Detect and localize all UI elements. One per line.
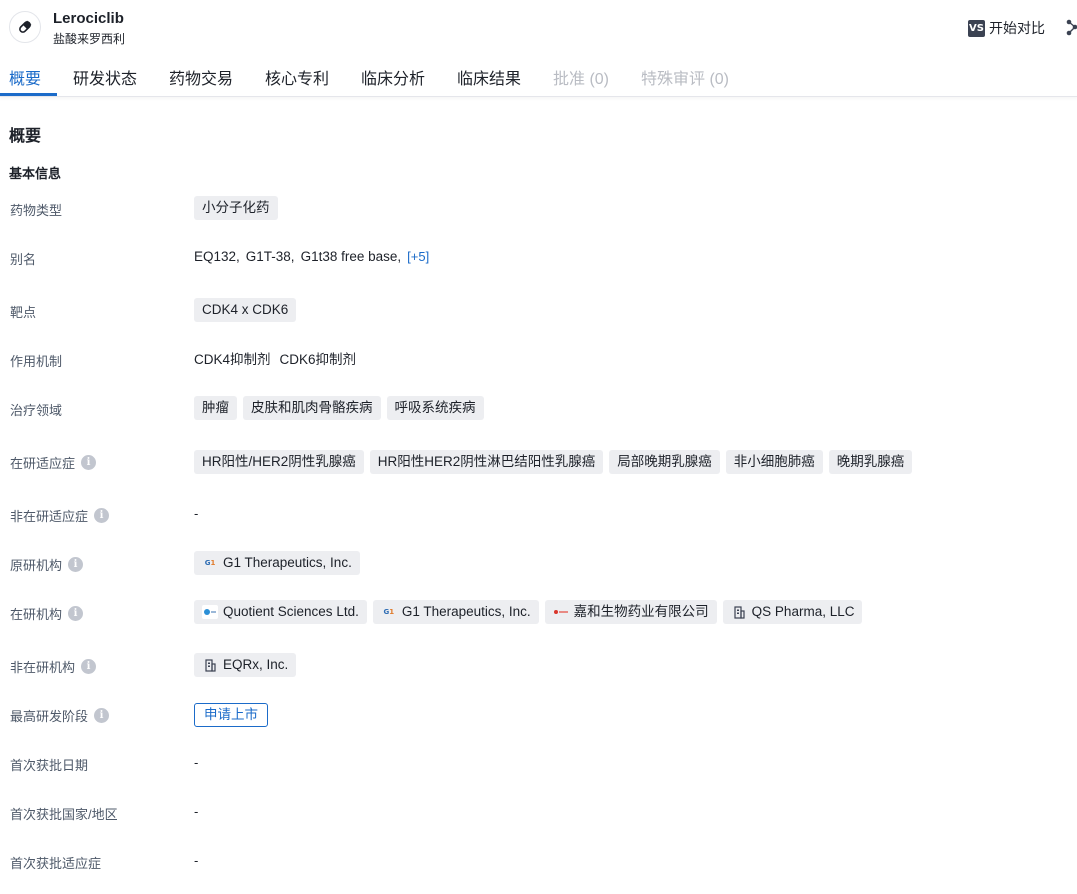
basic-info-title: 基本信息: [9, 166, 62, 181]
drug-type-tag: 小分子化药: [194, 196, 278, 220]
quotient-logo-icon: [202, 605, 218, 619]
info-icon[interactable]: i: [81, 455, 97, 470]
inactive-indications-value: -: [194, 506, 199, 521]
first-approval-country-label: 首次获批国家/地区: [10, 807, 118, 822]
org-tag[interactable]: EQRx, Inc.: [194, 653, 297, 677]
mechanism-label: 作用机制: [10, 354, 63, 369]
first-approval-date-label: 首次获批日期: [10, 758, 89, 773]
mechanism-value: CDK4抑制剂 CDK6抑制剂: [194, 348, 356, 368]
tab-overview[interactable]: 概要: [9, 65, 41, 89]
originator-value: G1 G1 Therapeutics, Inc.: [194, 551, 360, 575]
target-tag[interactable]: CDK4 x CDK6: [194, 298, 297, 322]
indication-tag[interactable]: 晚期乳腺癌: [828, 450, 913, 474]
active-tab-indicator: [0, 93, 57, 96]
therapeutic-area-label: 治疗领域: [10, 403, 63, 418]
phase-badge: 申请上市: [194, 703, 268, 727]
drug-header: Lerociclib 盐酸来罗西利 VS 开始对比: [0, 0, 1077, 56]
tab-core-patents[interactable]: 核心专利: [265, 65, 329, 89]
inactive-orgs-value: EQRx, Inc.: [194, 653, 297, 677]
org-tag[interactable]: G1 G1 Therapeutics, Inc.: [372, 600, 539, 624]
share-icon[interactable]: [1066, 18, 1077, 43]
genor-logo-icon: [553, 605, 569, 619]
indication-tag[interactable]: HR阳性HER2阴性淋巴结阳性乳腺癌: [369, 450, 604, 474]
indication-tag[interactable]: 非小细胞肺癌: [725, 450, 823, 474]
first-approval-indication-label: 首次获批适应症: [10, 856, 102, 871]
vs-icon: VS: [968, 19, 985, 37]
indication-tag[interactable]: HR阳性/HER2阴性乳腺癌: [194, 450, 364, 474]
info-icon[interactable]: i: [94, 508, 110, 523]
therapeutic-area-tag: 皮肤和肌肉骨骼疾病: [243, 396, 381, 420]
tab-drug-deals[interactable]: 药物交易: [169, 65, 233, 89]
tab-clinical-analysis[interactable]: 临床分析: [361, 65, 425, 89]
pill-icon: [9, 11, 41, 43]
drug-type-value: 小分子化药: [194, 196, 278, 220]
originator-label: 原研机构 i: [10, 555, 84, 574]
first-approval-indication-value: -: [194, 853, 199, 868]
org-tag[interactable]: 嘉和生物药业有限公司: [544, 600, 717, 624]
drug-chinese-name: 盐酸来罗西利: [53, 32, 126, 46]
active-orgs-label: 在研机构 i: [10, 604, 84, 623]
info-icon[interactable]: i: [81, 659, 97, 674]
org-tag[interactable]: G1 G1 Therapeutics, Inc.: [194, 551, 360, 575]
active-indications-value: HR阳性/HER2阴性乳腺癌 HR阳性HER2阴性淋巴结阳性乳腺癌 局部晚期乳腺…: [194, 450, 913, 474]
active-orgs-value: Quotient Sciences Ltd. G1 G1 Therapeutic…: [194, 600, 863, 624]
g1-logo-icon: G1: [383, 608, 395, 616]
highest-phase-label: 最高研发阶段 i: [10, 706, 110, 725]
building-icon: [731, 605, 747, 619]
aliases-value: EQ132, G1T-38, G1t38 free base, [+5]: [194, 249, 429, 264]
mechanism-item: CDK4抑制剂: [194, 352, 271, 367]
org-tag[interactable]: Quotient Sciences Ltd.: [194, 600, 367, 624]
tab-approvals: 批准 (0): [553, 71, 610, 88]
mechanism-item: CDK6抑制剂: [279, 352, 357, 367]
alias-item: G1T-38,: [245, 249, 295, 264]
compare-label: 开始对比: [989, 20, 1045, 36]
highest-phase-value: 申请上市: [194, 703, 268, 727]
alias-item: G1t38 free base,: [300, 249, 402, 264]
target-value: CDK4 x CDK6: [194, 298, 297, 322]
therapeutic-area-tag: 呼吸系统疾病: [386, 396, 484, 420]
start-compare-button[interactable]: VS 开始对比: [968, 18, 1045, 38]
tab-rd-status[interactable]: 研发状态: [73, 65, 137, 89]
section-title: 概要: [9, 128, 42, 145]
tab-clinical-results[interactable]: 临床结果: [457, 65, 521, 89]
g1-logo-icon: G1: [204, 559, 216, 567]
therapeutic-area-tag: 肿瘤: [194, 396, 237, 420]
aliases-label: 别名: [10, 252, 37, 267]
tab-special-review: 特殊审评 (0): [641, 71, 730, 88]
drug-name: Lerociclib: [53, 10, 124, 27]
info-icon[interactable]: i: [68, 606, 84, 621]
info-icon[interactable]: i: [94, 708, 110, 723]
therapeutic-area-value: 肿瘤 皮肤和肌肉骨骼疾病 呼吸系统疾病: [194, 396, 484, 420]
building-icon: [202, 658, 218, 672]
first-approval-country-value: -: [194, 804, 199, 819]
inactive-indications-label: 非在研适应症 i: [10, 506, 110, 525]
aliases-more-link[interactable]: [+5]: [407, 249, 429, 264]
first-approval-date-value: -: [194, 755, 199, 770]
active-indications-label: 在研适应症 i: [10, 453, 97, 472]
drug-type-label: 药物类型: [10, 203, 63, 218]
tab-bar: 概要 研发状态 药物交易 核心专利 临床分析 临床结果 批准 (0) 特殊审评 …: [0, 56, 1077, 97]
indication-tag[interactable]: 局部晚期乳腺癌: [609, 450, 720, 474]
info-icon[interactable]: i: [68, 557, 84, 572]
alias-item: EQ132,: [194, 249, 240, 264]
target-label: 靶点: [10, 305, 37, 320]
org-tag[interactable]: QS Pharma, LLC: [722, 600, 863, 624]
inactive-orgs-label: 非在研机构 i: [10, 657, 97, 676]
